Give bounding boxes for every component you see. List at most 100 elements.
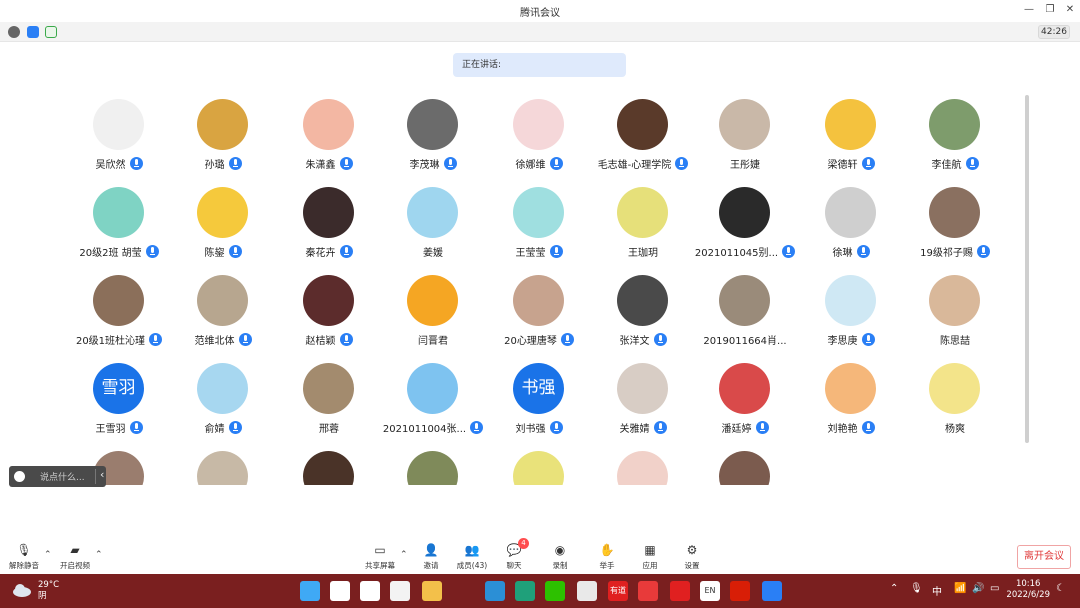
participant-tile[interactable]: 李茂琳 (378, 95, 488, 175)
video-options-chevron-icon[interactable]: ⌃ (95, 550, 103, 560)
participant-tile[interactable]: 刘艳艳 (796, 359, 906, 439)
participant-tile[interactable]: 20级2班 胡莹 (64, 183, 174, 263)
store-icon[interactable] (390, 581, 410, 601)
folder-icon[interactable] (422, 581, 442, 601)
restore-icon[interactable]: ❐ (1043, 3, 1057, 17)
members-button[interactable]: 👥 成员(43) (452, 540, 492, 572)
en-icon[interactable]: EN (700, 581, 720, 601)
audio-options-chevron-icon[interactable]: ⌃ (44, 550, 52, 560)
edge-dev-icon[interactable] (515, 581, 535, 601)
participant-tile[interactable]: 俞婧 (168, 359, 278, 439)
participant-meta: 潘廷婷 (690, 419, 800, 435)
participant-tile[interactable]: 20级1班杜沁瑾 (64, 271, 174, 351)
participant-tile[interactable]: 李佳航 (900, 95, 1010, 175)
start-video-button[interactable]: ▰ 开启视频 (55, 540, 95, 572)
participant-tile[interactable]: 闫晋君 (378, 271, 488, 351)
participant-tile[interactable]: 范维北体 (168, 271, 278, 351)
tencent-meeting-icon[interactable] (762, 581, 782, 601)
participant-tile[interactable] (274, 447, 384, 485)
invite-button[interactable]: 👤 邀请 (411, 540, 451, 572)
participant-tile[interactable]: 陈思喆 (900, 271, 1010, 351)
volume-icon[interactable]: 🔊 (972, 583, 984, 594)
apps-grid-icon: ▦ (644, 543, 656, 557)
participant-tile[interactable]: 19级祁子赐 (900, 183, 1010, 263)
signal-icon[interactable] (45, 26, 57, 38)
minimize-icon[interactable]: — (1022, 3, 1036, 17)
participant-tile[interactable]: 徐琳 (796, 183, 906, 263)
participant-tile[interactable] (588, 447, 698, 485)
participant-tile[interactable]: 吴欣然 (64, 95, 174, 175)
system-clock[interactable]: 10:16 2022/6/29 (1006, 579, 1050, 601)
participant-tile[interactable]: 秦花卉 (274, 183, 384, 263)
leave-meeting-button[interactable]: 离开会议 (1017, 545, 1071, 569)
emoji-icon[interactable] (14, 471, 25, 482)
microphone-icon (149, 332, 163, 346)
ime-language[interactable]: 中 (932, 583, 942, 598)
neteasecloud-icon[interactable] (670, 581, 690, 601)
participant-tile[interactable]: 姜媛 (378, 183, 488, 263)
close-icon[interactable]: ✕ (1063, 3, 1077, 17)
participant-tile[interactable]: 张洋文 (588, 271, 698, 351)
collapse-chevron-icon[interactable]: ‹ (100, 468, 104, 481)
youdao-icon[interactable]: 有道 (608, 581, 628, 601)
chevron-up-icon[interactable]: ⌃ (890, 583, 898, 594)
participant-tile[interactable]: 梁德轩 (796, 95, 906, 175)
record-button[interactable]: ◉ 录制 (540, 540, 580, 572)
participant-tile[interactable]: 王莹莹 (484, 183, 594, 263)
participant-tile[interactable]: 徐娜维 (484, 95, 594, 175)
participant-tile[interactable]: 毛志雄-心理学院 (588, 95, 698, 175)
participant-tile[interactable]: 潘廷婷 (690, 359, 800, 439)
microphone-icon (653, 332, 667, 346)
info-icon[interactable] (8, 26, 20, 38)
share-screen-button[interactable]: ▭ 共享屏幕 (360, 540, 400, 572)
participant-tile[interactable]: 杨爽 (900, 359, 1010, 439)
participant-tile[interactable]: 20心理唐琴 (484, 271, 594, 351)
cloud-weather-icon[interactable] (12, 582, 32, 597)
participant-tile[interactable]: 雪羽 王雪羽 (64, 359, 174, 439)
participant-tile[interactable]: 孙璐 (168, 95, 278, 175)
participant-tile[interactable]: 王珈玥 (588, 183, 698, 263)
wifi-icon[interactable]: 📶 (954, 583, 966, 594)
participant-tile[interactable]: 朱潇鑫 (274, 95, 384, 175)
divider (95, 469, 96, 484)
temperature-text: 29°C (38, 580, 60, 590)
chrome-icon[interactable] (577, 581, 597, 601)
search-icon[interactable] (330, 581, 350, 601)
participant-tile[interactable]: 赵桔颖 (274, 271, 384, 351)
participant-tile[interactable]: 2021011004张... (378, 359, 488, 439)
raise-hand-button[interactable]: ✋ 举手 (587, 540, 627, 572)
participant-tile[interactable]: 王彤婕 (690, 95, 800, 175)
participant-tile[interactable]: 2021011045别... (690, 183, 800, 263)
participant-tile[interactable]: 李思庚 (796, 271, 906, 351)
notification-moon-icon[interactable]: ☾ (1056, 583, 1065, 594)
participant-tile[interactable]: 书强 刘书强 (484, 359, 594, 439)
participant-tile[interactable]: 2019011664肖... (690, 271, 800, 351)
battery-icon[interactable]: ▭ (990, 583, 999, 594)
edge-icon[interactable] (485, 581, 505, 601)
settings-button[interactable]: ⚙ 设置 (672, 540, 712, 572)
participant-tile[interactable]: 关雅婧 (588, 359, 698, 439)
grid-scrollbar[interactable] (1025, 95, 1029, 443)
chat-button[interactable]: 💬 4 聊天 (494, 538, 534, 572)
microphone-icon[interactable]: 🎙 (910, 583, 923, 594)
participant-name: 吴欣然 (95, 159, 126, 171)
participant-tile[interactable] (168, 447, 278, 485)
xmind-icon[interactable] (638, 581, 658, 601)
participant-tile[interactable] (484, 447, 594, 485)
unmute-button[interactable]: 🎙 解除静音 (4, 540, 44, 572)
avatar (407, 187, 458, 238)
share-options-chevron-icon[interactable]: ⌃ (400, 550, 408, 560)
windows-icon[interactable] (300, 581, 320, 601)
wechat-icon[interactable] (545, 581, 565, 601)
participant-tile[interactable] (378, 447, 488, 485)
participant-tile[interactable]: 邢蓉 (274, 359, 384, 439)
weather-widget[interactable]: 29°C 阴 (38, 580, 59, 602)
participant-meta: 邢蓉 (274, 419, 384, 435)
task-view-icon[interactable] (360, 581, 380, 601)
security-shield-icon[interactable] (27, 26, 39, 38)
chat-quick-input[interactable]: 说点什么... ‹ (9, 466, 106, 487)
participant-tile[interactable]: 陈鋆 (168, 183, 278, 263)
wps-icon[interactable] (730, 581, 750, 601)
apps-button[interactable]: ▦ 应用 (630, 540, 670, 572)
participant-tile[interactable] (690, 447, 800, 485)
